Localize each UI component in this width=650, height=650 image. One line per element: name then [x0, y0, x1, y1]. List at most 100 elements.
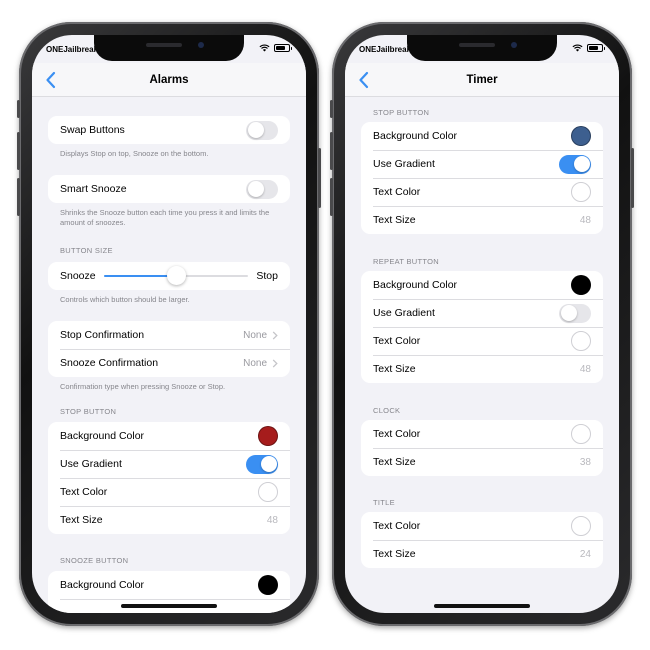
mute-switch — [330, 100, 333, 118]
slider-thumb[interactable] — [166, 266, 186, 285]
stop-bg-color-row: Background Color — [361, 122, 603, 150]
slider-min-label: Snooze — [60, 270, 96, 282]
button-size-slider-row: Snooze Stop — [48, 262, 290, 290]
stop-gradient-toggle[interactable] — [246, 454, 278, 474]
clock-group: Text Color Text Size 38 — [361, 420, 603, 476]
snooze-bg-color-label: Background Color — [60, 579, 145, 591]
right-phone: ONEJailbreak Timer STOP BUTTON Backgroun… — [330, 22, 634, 626]
stop-text-color-swatch[interactable] — [258, 482, 278, 502]
stop-bg-color-swatch[interactable] — [571, 126, 591, 146]
page-title: Alarms — [149, 74, 189, 86]
title-text-size-label: Text Size — [373, 548, 416, 560]
stop-button-group: Background Color Use Gradient Text Color… — [361, 122, 603, 234]
notch — [94, 35, 244, 61]
stop-button-group: Background Color Use Gradient Text Color… — [48, 422, 290, 534]
snooze-confirmation-row[interactable]: Snooze Confirmation None — [48, 349, 290, 377]
volume-up-button — [17, 132, 20, 170]
left-screen: ONEJailbreak Alarms Swap Buttons Display… — [32, 35, 306, 613]
title-group: Text Color Text Size 24 — [361, 512, 603, 568]
stop-bg-color-label: Background Color — [373, 130, 458, 142]
stop-text-color-row: Text Color — [361, 178, 603, 206]
repeat-text-size-label: Text Size — [373, 363, 416, 375]
clock-text-color-label: Text Color — [373, 428, 421, 440]
stop-text-color-swatch[interactable] — [571, 182, 591, 202]
smart-snooze-row: Smart Snooze — [48, 175, 290, 203]
swap-buttons-group: Swap Buttons — [48, 116, 290, 144]
smart-snooze-group: Smart Snooze — [48, 175, 290, 203]
title-text-color-swatch[interactable] — [571, 516, 591, 536]
swap-buttons-toggle[interactable] — [246, 120, 278, 140]
chevron-right-icon — [272, 358, 278, 368]
carrier-label: ONEJailbreak — [359, 45, 412, 54]
button-size-footer: Controls which button should be larger. — [60, 295, 190, 304]
repeat-text-size-row: Text Size 48 — [361, 355, 603, 383]
repeat-gradient-row: Use Gradient — [361, 299, 603, 327]
stop-bg-color-row: Background Color — [48, 422, 290, 450]
nav-bar: Timer — [345, 63, 619, 97]
volume-down-button — [17, 178, 20, 216]
repeat-text-color-swatch[interactable] — [571, 331, 591, 351]
repeat-gradient-label: Use Gradient — [373, 307, 435, 319]
repeat-button-header: REPEAT BUTTON — [373, 257, 439, 266]
repeat-bg-color-row: Background Color — [361, 271, 603, 299]
repeat-button-group: Background Color Use Gradient Text Color… — [361, 271, 603, 383]
volume-up-button — [330, 132, 333, 170]
snooze-bg-color-swatch[interactable] — [258, 575, 278, 595]
smart-snooze-label: Smart Snooze — [60, 183, 127, 195]
stop-confirmation-label: Stop Confirmation — [60, 329, 145, 341]
smart-snooze-footer: Shrinks the Snooze button each time you … — [60, 208, 270, 227]
repeat-bg-color-swatch[interactable] — [571, 275, 591, 295]
clock-text-size-value[interactable]: 38 — [580, 457, 591, 468]
repeat-text-color-row: Text Color — [361, 327, 603, 355]
power-button — [631, 148, 634, 208]
swap-buttons-footer: Displays Stop on top, Snooze on the bott… — [60, 149, 209, 158]
settings-list: Swap Buttons Displays Stop on top, Snooz… — [32, 97, 306, 613]
swap-buttons-label: Swap Buttons — [60, 124, 125, 136]
battery-icon — [587, 44, 605, 52]
stop-gradient-label: Use Gradient — [373, 158, 435, 170]
stop-gradient-row: Use Gradient — [361, 150, 603, 178]
volume-down-button — [330, 178, 333, 216]
home-indicator — [434, 604, 530, 608]
stop-button-header: STOP BUTTON — [373, 108, 430, 117]
swap-buttons-row: Swap Buttons — [48, 116, 290, 144]
confirmation-group: Stop Confirmation None Snooze Confirmati… — [48, 321, 290, 377]
stop-text-size-row: Text Size 48 — [48, 506, 290, 534]
repeat-text-size-value[interactable]: 48 — [580, 364, 591, 375]
repeat-text-color-label: Text Color — [373, 335, 421, 347]
title-text-color-row: Text Color — [361, 512, 603, 540]
stop-gradient-toggle[interactable] — [559, 154, 591, 174]
button-size-slider[interactable] — [103, 266, 249, 285]
battery-icon — [274, 44, 292, 52]
title-text-size-row: Text Size 24 — [361, 540, 603, 568]
repeat-bg-color-label: Background Color — [373, 279, 458, 291]
smart-snooze-toggle[interactable] — [246, 179, 278, 199]
title-text-size-value[interactable]: 24 — [580, 549, 591, 560]
stop-text-color-label: Text Color — [60, 486, 108, 498]
title-text-color-label: Text Color — [373, 520, 421, 532]
stop-text-size-row: Text Size 48 — [361, 206, 603, 234]
title-header: TITLE — [373, 498, 395, 507]
stop-bg-color-swatch[interactable] — [258, 426, 278, 446]
stop-confirmation-row[interactable]: Stop Confirmation None — [48, 321, 290, 349]
stop-bg-color-label: Background Color — [60, 430, 145, 442]
nav-bar: Alarms — [32, 63, 306, 97]
stop-confirmation-value: None — [243, 329, 267, 341]
page-title: Timer — [466, 74, 498, 86]
right-screen: ONEJailbreak Timer STOP BUTTON Backgroun… — [345, 35, 619, 613]
stop-text-size-value[interactable]: 48 — [267, 515, 278, 526]
clock-header: CLOCK — [373, 406, 401, 415]
repeat-gradient-toggle[interactable] — [559, 303, 591, 323]
wifi-icon — [259, 44, 270, 52]
wifi-icon — [572, 44, 583, 52]
clock-text-color-row: Text Color — [361, 420, 603, 448]
chevron-right-icon — [272, 330, 278, 340]
stop-text-size-label: Text Size — [373, 214, 416, 226]
clock-text-color-swatch[interactable] — [571, 424, 591, 444]
stop-gradient-row: Use Gradient — [48, 450, 290, 478]
button-size-group: Snooze Stop — [48, 262, 290, 290]
stop-text-size-value[interactable]: 48 — [580, 215, 591, 226]
mute-switch — [17, 100, 20, 118]
power-button — [318, 148, 321, 208]
snooze-button-header: SNOOZE BUTTON — [60, 556, 129, 565]
